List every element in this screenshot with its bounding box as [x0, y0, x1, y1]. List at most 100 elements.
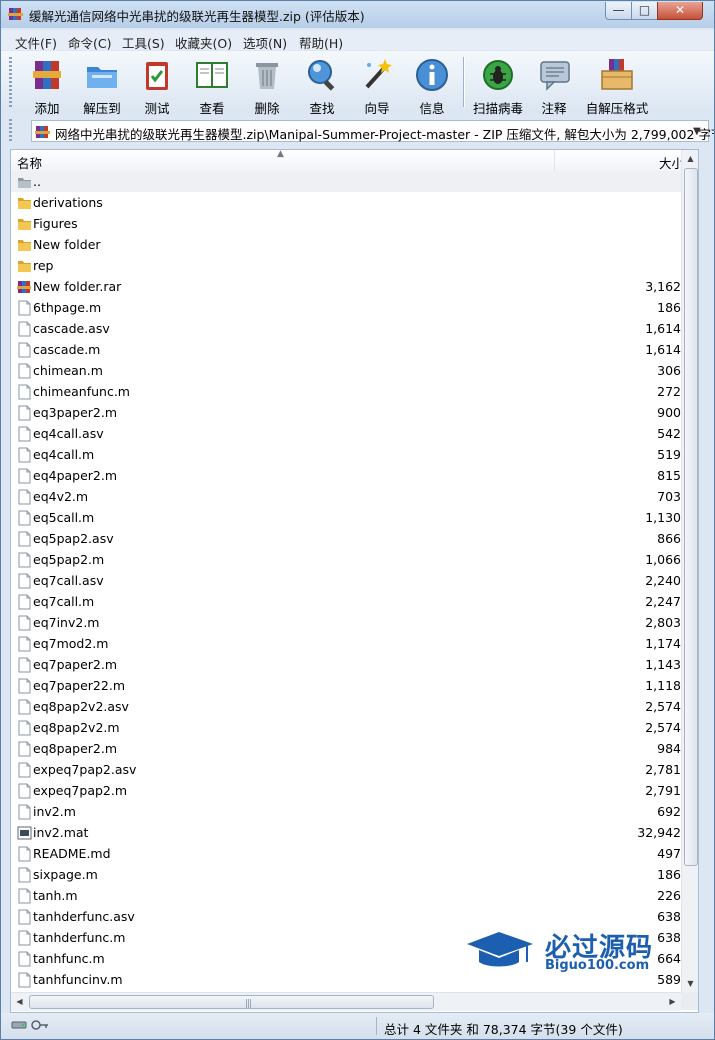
menu-command[interactable]: 命令(C): [68, 33, 111, 52]
parent-folder-icon: [18, 178, 31, 188]
folder-icon: [18, 240, 31, 251]
sfx-box-icon: [601, 59, 633, 90]
file-row[interactable]: sixpage.m 186: [11, 864, 681, 885]
file-row[interactable]: eq7paper2.m 1,143: [11, 654, 681, 675]
wizard-button[interactable]: 向导: [359, 55, 395, 116]
scan-virus-button[interactable]: 扫描病毒: [471, 55, 525, 116]
file-row[interactable]: eq4call.asv 542: [11, 423, 681, 444]
horizontal-scrollbar[interactable]: ◀ ||| ▶: [11, 992, 681, 1011]
file-row[interactable]: eq4v2.m 703: [11, 486, 681, 507]
scroll-right-icon[interactable]: ▶: [664, 993, 681, 1010]
folder-icon: [18, 219, 31, 230]
file-row[interactable]: tanhderfunc.asv 638: [11, 906, 681, 927]
file-size: 497: [657, 846, 681, 861]
file-row[interactable]: cascade.m 1,614: [11, 339, 681, 360]
file-size: 186: [657, 867, 681, 882]
file-row[interactable]: derivations: [11, 192, 681, 213]
menu-file[interactable]: 文件(F): [15, 33, 57, 52]
document-icon: [18, 804, 31, 820]
add-button[interactable]: 添加: [26, 55, 68, 116]
wizard-wand-icon: [365, 59, 392, 89]
sfx-button[interactable]: 自解压格式: [585, 55, 649, 116]
document-icon: [18, 657, 31, 673]
scroll-up-icon[interactable]: ▲: [682, 150, 698, 167]
document-icon: [18, 426, 31, 442]
file-row[interactable]: tanh.m 226: [11, 885, 681, 906]
menu-options[interactable]: 选项(N): [243, 33, 287, 52]
file-row[interactable]: eq8pap2v2.asv 2,574: [11, 696, 681, 717]
virus-bug-icon: [483, 60, 513, 90]
view-button[interactable]: 查看: [190, 55, 234, 116]
test-button[interactable]: 测试: [138, 55, 176, 116]
chevron-down-icon[interactable]: ▼: [693, 126, 701, 137]
find-button[interactable]: 查找: [303, 55, 341, 116]
file-row[interactable]: eq7call.asv 2,240: [11, 570, 681, 591]
file-row[interactable]: 6thpage.m 186: [11, 297, 681, 318]
trash-icon: [256, 63, 278, 89]
file-row[interactable]: eq5pap2.m 1,066: [11, 549, 681, 570]
vertical-scroll-thumb[interactable]: [684, 168, 698, 866]
file-name: chimean.m: [33, 363, 103, 378]
key-icon[interactable]: [31, 1019, 49, 1031]
file-row[interactable]: chimeanfunc.m 272: [11, 381, 681, 402]
menu-tools[interactable]: 工具(S): [122, 33, 165, 52]
minimize-button[interactable]: —: [605, 2, 632, 20]
file-row[interactable]: expeq7pap2.m 2,791: [11, 780, 681, 801]
file-row[interactable]: chimean.m 306: [11, 360, 681, 381]
file-size: 2,791: [645, 783, 681, 798]
delete-button[interactable]: 删除: [248, 55, 286, 116]
menu-help[interactable]: 帮助(H): [299, 33, 343, 52]
file-row[interactable]: Figures: [11, 213, 681, 234]
file-row[interactable]: New folder: [11, 234, 681, 255]
file-row[interactable]: cascade.asv 1,614: [11, 318, 681, 339]
scroll-down-icon[interactable]: ▼: [682, 975, 698, 992]
file-list: 名称 ▲ 大小 .. derivations Figures New folder re…: [10, 149, 699, 1013]
archive-icon: [35, 126, 50, 138]
column-header-name[interactable]: 名称 ▲: [11, 150, 555, 171]
file-row[interactable]: eq4call.m 519: [11, 444, 681, 465]
title-bar: 缓解光通信网络中光串扰的级联光再生器模型.zip (评估版本) — □ ✕: [1, 1, 714, 28]
info-button[interactable]: 信息: [414, 55, 450, 116]
file-row[interactable]: eq7inv2.m 2,803: [11, 612, 681, 633]
file-row[interactable]: inv2.m 692: [11, 801, 681, 822]
file-row[interactable]: New folder.rar 3,162: [11, 276, 681, 297]
file-row[interactable]: rep: [11, 255, 681, 276]
toolbar-grip[interactable]: [9, 57, 12, 107]
file-row[interactable]: eq8paper2.m 984: [11, 738, 681, 759]
file-row[interactable]: ..: [11, 171, 681, 192]
file-name: tanh.m: [33, 888, 78, 903]
maximize-button[interactable]: □: [631, 2, 658, 20]
file-row[interactable]: expeq7pap2.asv 2,781: [11, 759, 681, 780]
document-icon: [18, 888, 31, 904]
file-row[interactable]: eq8pap2v2.m 2,574: [11, 717, 681, 738]
winrar-app-icon: [8, 8, 23, 20]
file-size: 2,574: [645, 699, 681, 714]
close-button[interactable]: ✕: [657, 2, 703, 20]
file-row[interactable]: eq4paper2.m 815: [11, 465, 681, 486]
file-row[interactable]: README.md 497: [11, 843, 681, 864]
view-book-icon: [196, 62, 228, 88]
pathbar-grip[interactable]: [9, 119, 12, 143]
vertical-scrollbar[interactable]: ▲ ▼: [681, 150, 698, 992]
file-size: 272: [657, 384, 681, 399]
menu-favorites[interactable]: 收藏夹(O): [175, 33, 232, 52]
horizontal-scroll-thumb[interactable]: |||: [29, 995, 434, 1009]
file-name: tanhderfunc.asv: [33, 909, 135, 924]
file-row[interactable]: eq7paper22.m 1,118: [11, 675, 681, 696]
minimize-icon: —: [612, 3, 625, 17]
file-row[interactable]: inv2.mat 32,942: [11, 822, 681, 843]
file-row[interactable]: eq5pap2.asv 866: [11, 528, 681, 549]
comment-button[interactable]: 注释: [537, 55, 571, 116]
window-title: 缓解光通信网络中光串扰的级联光再生器模型.zip (评估版本): [29, 9, 365, 24]
file-row[interactable]: eq3paper2.m 900: [11, 402, 681, 423]
file-size: 186: [657, 300, 681, 315]
scroll-left-icon[interactable]: ◀: [11, 993, 28, 1010]
file-name: eq7mod2.m: [33, 636, 109, 651]
file-size: 1,118: [645, 678, 681, 693]
file-size: 2,240: [645, 573, 681, 588]
extract-to-button[interactable]: 解压到: [81, 55, 123, 116]
file-row[interactable]: eq7mod2.m 1,174: [11, 633, 681, 654]
file-row[interactable]: eq5call.m 1,130: [11, 507, 681, 528]
file-row[interactable]: eq7call.m 2,247: [11, 591, 681, 612]
drive-icon[interactable]: [11, 1019, 27, 1031]
